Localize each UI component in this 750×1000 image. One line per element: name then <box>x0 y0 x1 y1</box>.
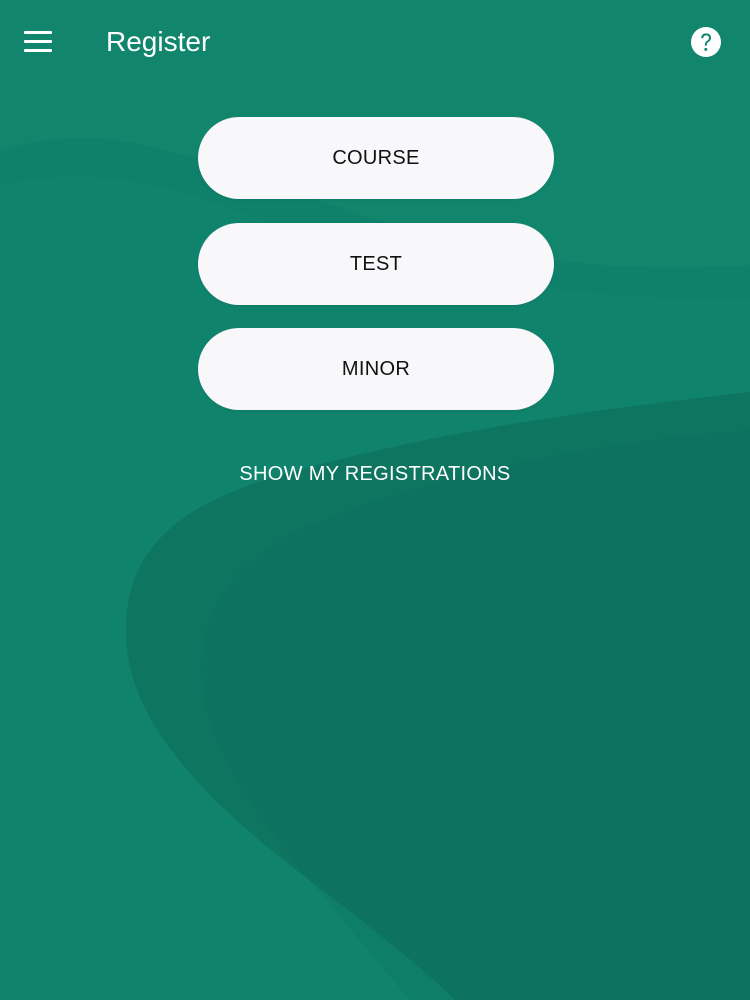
hamburger-menu-icon[interactable] <box>18 22 58 62</box>
course-button[interactable]: COURSE <box>198 117 554 199</box>
test-button[interactable]: TEST <box>198 223 554 305</box>
help-circle-icon[interactable] <box>690 26 722 58</box>
page-title: Register <box>106 26 211 57</box>
register-screen: Register COURSE TEST MINOR SHOW MY REGIS… <box>0 0 750 1000</box>
show-my-registrations-link[interactable]: SHOW MY REGISTRATIONS <box>198 456 552 492</box>
minor-button[interactable]: MINOR <box>198 328 554 410</box>
app-bar: Register <box>0 0 750 84</box>
